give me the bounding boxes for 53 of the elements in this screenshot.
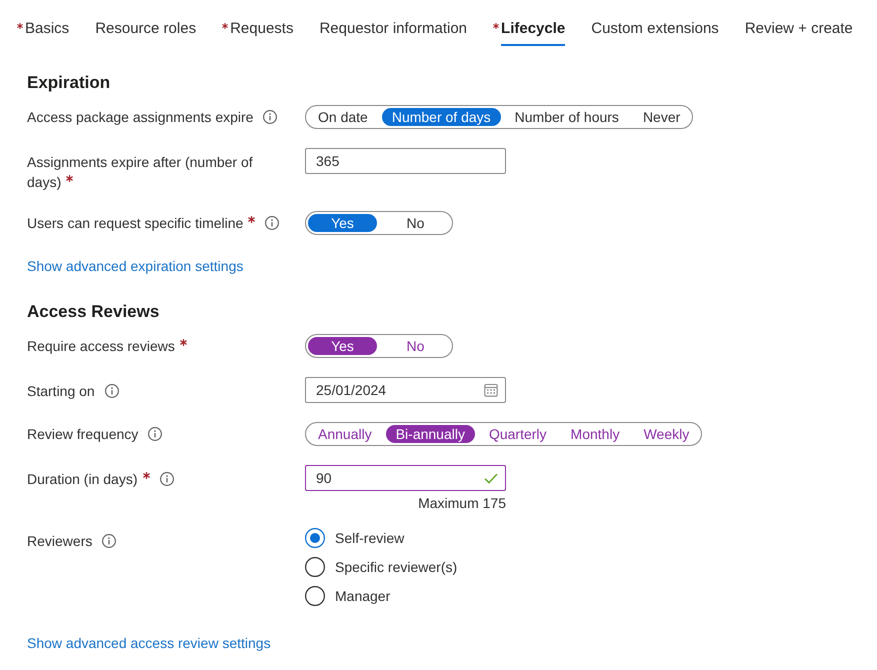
option-button[interactable]: No	[381, 337, 450, 355]
info-icon[interactable]	[160, 472, 174, 486]
info-icon[interactable]	[148, 427, 162, 441]
tab[interactable]: Basics	[17, 0, 70, 46]
tab[interactable]: Requests	[222, 0, 294, 46]
option-button[interactable]: Number of hours	[504, 108, 629, 126]
text-field[interactable]: 90	[305, 465, 506, 491]
tab[interactable]: Lifecycle	[493, 0, 566, 46]
toggle-switch[interactable]: Yes No	[305, 334, 453, 358]
radio-icon[interactable]	[305, 586, 325, 606]
option-button[interactable]: Monthly	[560, 425, 630, 443]
field-label: Reviewers	[27, 533, 92, 549]
field-label: Access package assignments expire	[27, 109, 254, 125]
radio-option[interactable]: Self-review	[305, 528, 458, 548]
info-icon[interactable]	[104, 384, 119, 398]
option-button[interactable]: Annually	[308, 425, 382, 443]
option-button[interactable]: On date	[308, 108, 378, 126]
field-label: Require access reviews	[27, 338, 175, 354]
option-button[interactable]: Number of days	[382, 108, 501, 126]
tab[interactable]: Resource roles	[95, 0, 196, 46]
section-heading: Access Reviews	[27, 301, 160, 323]
field-label: Duration (in days)	[27, 471, 138, 487]
section-heading: Expiration	[27, 72, 112, 94]
option-button[interactable]: Quarterly	[478, 425, 557, 443]
date-field[interactable]: 25/01/2024	[305, 377, 506, 403]
calendar-icon[interactable]	[484, 383, 498, 397]
info-icon[interactable]	[102, 534, 116, 548]
option-button[interactable]: Never	[632, 108, 690, 126]
field-label: Assignments expire after (number of days)	[27, 154, 253, 190]
radio-option[interactable]: Specific reviewer(s)	[305, 557, 458, 577]
tab[interactable]: Review + create	[744, 0, 853, 46]
field-label: Users can request specific timeline	[27, 215, 244, 231]
info-icon[interactable]	[265, 216, 280, 230]
segmented-control[interactable]: On date Number of days Number of hours Never	[305, 105, 694, 129]
info-icon[interactable]	[263, 110, 278, 124]
option-button[interactable]: Yes	[308, 337, 377, 355]
option-button[interactable]: Bi-annually	[386, 425, 475, 443]
text-field[interactable]: 365	[305, 148, 506, 174]
advanced-settings-link[interactable]: Show advanced access review settings	[27, 633, 271, 653]
hint-text: Maximum 175	[417, 494, 506, 513]
tab[interactable]: Custom extensions	[591, 0, 719, 46]
option-button[interactable]: No	[381, 214, 450, 232]
field-label: Starting on	[27, 383, 95, 399]
radio-icon[interactable]	[305, 528, 325, 548]
advanced-settings-link[interactable]: Show advanced expiration settings	[27, 256, 244, 276]
radio-icon[interactable]	[305, 557, 325, 577]
segmented-control[interactable]: Annually Bi-annually Quarterly Monthly Weekly	[305, 422, 702, 446]
option-button[interactable]: Yes	[308, 214, 377, 232]
option-button[interactable]: Weekly	[634, 425, 700, 443]
field-label: Review frequency	[27, 426, 138, 442]
tab[interactable]: Requestor information	[319, 0, 468, 46]
radio-option[interactable]: Manager	[305, 586, 458, 606]
toggle-switch[interactable]: Yes No	[305, 211, 453, 235]
